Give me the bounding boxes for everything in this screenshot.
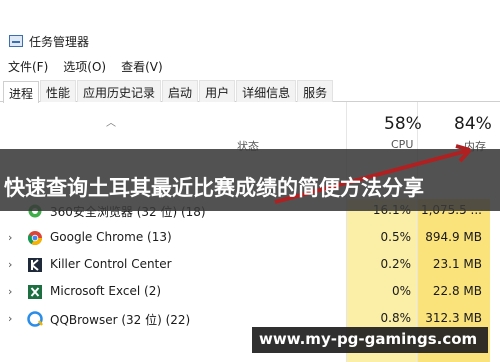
tab-details[interactable]: 详细信息 (236, 80, 297, 102)
process-row-chrome[interactable]: › Google Chrome (13) 0.5% 894.9 MB (0, 226, 500, 253)
process-memory: 894.9 MB (425, 230, 482, 244)
tab-processes[interactable]: 进程 (3, 81, 40, 103)
tab-startup[interactable]: 启动 (162, 80, 199, 102)
process-name: Google Chrome (13) (50, 230, 172, 244)
process-cpu: 0.2% (380, 257, 412, 271)
process-name: Microsoft Excel (2) (50, 284, 162, 298)
tab-app-history[interactable]: 应用历史记录 (77, 80, 162, 102)
qqbrowser-icon (27, 311, 43, 327)
process-cpu: 0.5% (380, 230, 412, 244)
process-memory: 22.8 MB (432, 284, 482, 298)
process-cpu: 0% (391, 284, 411, 298)
tab-users[interactable]: 用户 (199, 80, 236, 102)
process-memory: 23.1 MB (432, 257, 482, 271)
expand-chevron-icon[interactable]: › (8, 285, 12, 298)
task-manager-icon (9, 35, 23, 47)
sort-ascending-icon[interactable]: ︿ (106, 114, 116, 129)
menu-file[interactable]: 文件(F) (0, 56, 55, 76)
excel-icon (28, 285, 42, 299)
process-name: Killer Control Center (50, 257, 172, 271)
process-name: QQBrowser (32 位) (22) (50, 313, 191, 327)
expand-chevron-icon[interactable]: › (8, 258, 12, 271)
memory-total-percent[interactable]: 84% (454, 114, 492, 134)
menu-view[interactable]: 查看(V) (113, 56, 170, 76)
cpu-total-percent[interactable]: 58% (384, 114, 422, 134)
expand-chevron-icon[interactable]: › (8, 231, 12, 244)
tab-services[interactable]: 服务 (297, 80, 334, 102)
banner-title: 快速查询土耳其最近比赛成绩的简便方法分享 (4, 176, 424, 200)
watermark-url: www.my-pg-gamings.com (259, 330, 478, 348)
title-bar: 任务管理器 (0, 0, 500, 52)
menu-bar: 文件(F) 选项(O) 查看(V) (0, 56, 500, 76)
killer-icon (28, 258, 42, 272)
process-row-excel[interactable]: › Microsoft Excel (2) 0% 22.8 MB (0, 280, 500, 307)
tab-bar: 进程 性能 应用历史记录 启动 用户 详细信息 服务 (0, 80, 500, 103)
window-title: 任务管理器 (29, 35, 90, 49)
expand-chevron-icon[interactable]: › (8, 312, 12, 325)
process-row-killer[interactable]: › Killer Control Center 0.2% 23.1 MB (0, 253, 500, 280)
menu-options[interactable]: 选项(O) (55, 56, 113, 76)
tab-performance[interactable]: 性能 (40, 80, 77, 102)
chrome-icon (28, 231, 42, 245)
